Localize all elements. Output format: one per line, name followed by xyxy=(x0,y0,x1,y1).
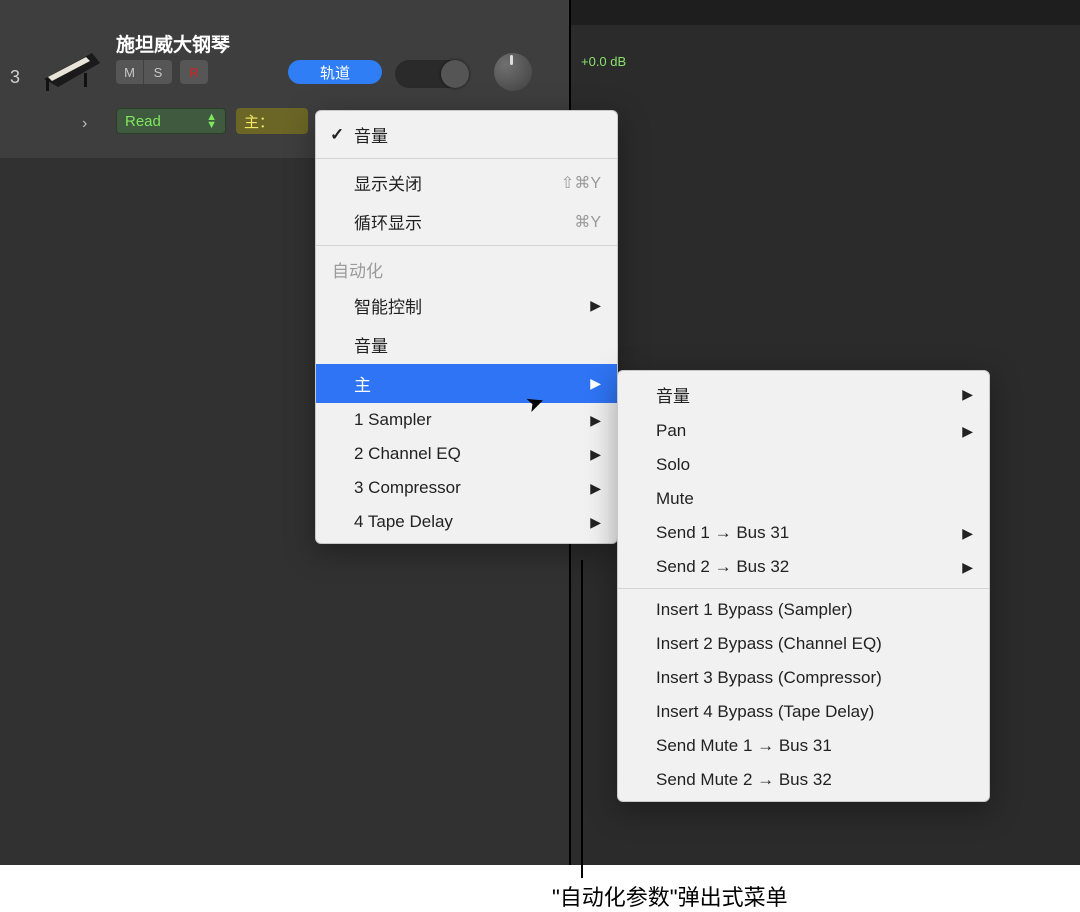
menu-item-compressor[interactable]: 3 Compressor ▶ xyxy=(316,471,617,505)
automation-toggle[interactable] xyxy=(395,60,469,88)
menu-label: 智能控制 xyxy=(354,293,422,318)
menu-item-main[interactable]: 主 ▶ xyxy=(316,364,617,403)
read-label: Read xyxy=(125,113,161,130)
callout-label: "自动化参数"弹出式菜单 xyxy=(552,880,788,912)
msr-group: M S R xyxy=(116,60,208,84)
main-label: 主： xyxy=(244,111,274,132)
menu-label: Insert 1 Bypass (Sampler) xyxy=(656,600,853,620)
submenu-item-mute[interactable]: Mute xyxy=(618,482,989,516)
updown-icon: ▲▼ xyxy=(206,113,217,129)
submenu-item-insert2-bypass[interactable]: Insert 2 Bypass (Channel EQ) xyxy=(618,627,989,661)
track-number: 3 xyxy=(10,67,20,88)
menu-label: 音量 xyxy=(354,122,388,147)
chevron-right-icon: ▶ xyxy=(590,514,601,531)
chevron-right-icon: ▶ xyxy=(590,375,601,392)
menu-section-automation: 自动化 xyxy=(316,250,617,286)
menu-label: 主 xyxy=(354,371,371,396)
menu-label: Insert 2 Bypass (Channel EQ) xyxy=(656,634,882,654)
chevron-right-icon: ▶ xyxy=(962,386,973,403)
menu-label: Solo xyxy=(656,455,690,475)
automation-param-select[interactable]: 主： xyxy=(236,108,308,134)
chevron-right-icon: ▶ xyxy=(590,480,601,497)
menu-label: Send Mute 1 → Bus 31 xyxy=(656,736,832,756)
submenu-item-sendmute1[interactable]: Send Mute 1 → Bus 31 xyxy=(618,729,989,763)
track-pill[interactable]: 轨道 xyxy=(288,60,382,84)
submenu-item-send1[interactable]: Send 1 → Bus 31 ▶ xyxy=(618,516,989,550)
menu-separator xyxy=(316,158,617,159)
menu-label: 循环显示 xyxy=(354,209,422,234)
menu-item-smart-controls[interactable]: 智能控制 ▶ xyxy=(316,286,617,325)
menu-label: Pan xyxy=(656,421,686,441)
menu-label: Send 2 → Bus 32 xyxy=(656,557,789,577)
automation-mode-select[interactable]: Read ▲▼ xyxy=(116,108,226,134)
menu-label: 音量 xyxy=(354,332,388,357)
menu-label: 1 Sampler xyxy=(354,410,431,430)
submenu-item-send2[interactable]: Send 2 → Bus 32 ▶ xyxy=(618,550,989,584)
menu-label: Mute xyxy=(656,489,694,509)
ruler-bar xyxy=(570,0,1080,25)
menu-label: 音量 xyxy=(656,382,690,407)
chevron-right-icon: ▶ xyxy=(962,423,973,440)
chevron-right-icon: ▶ xyxy=(962,559,973,576)
menu-item-tape-delay[interactable]: 4 Tape Delay ▶ xyxy=(316,505,617,539)
menu-item-channel-eq[interactable]: 2 Channel EQ ▶ xyxy=(316,437,617,471)
shortcut: ⇧⌘Y xyxy=(561,173,601,193)
mute-button[interactable]: M xyxy=(116,60,144,84)
menu-label: 3 Compressor xyxy=(354,478,461,498)
submenu-item-solo[interactable]: Solo xyxy=(618,448,989,482)
submenu-item-insert1-bypass[interactable]: Insert 1 Bypass (Sampler) xyxy=(618,593,989,627)
menu-item-sampler[interactable]: 1 Sampler ▶ xyxy=(316,403,617,437)
menu-separator xyxy=(316,245,617,246)
shortcut: ⌘Y xyxy=(574,212,601,232)
submenu-item-volume[interactable]: 音量 ▶ xyxy=(618,375,989,414)
callout-line xyxy=(581,560,583,878)
automation-parameter-submenu: 音量 ▶ Pan ▶ Solo Mute Send 1 → Bus 31 ▶ S… xyxy=(617,370,990,802)
menu-item-cycle-display[interactable]: 循环显示 ⌘Y xyxy=(316,202,617,241)
automation-parameter-menu: 音量 显示关闭 ⇧⌘Y 循环显示 ⌘Y 自动化 智能控制 ▶ 音量 主 ▶ 1 … xyxy=(315,110,618,544)
menu-label: Send 1 → Bus 31 xyxy=(656,523,789,543)
piano-icon xyxy=(42,43,102,93)
menu-label: 显示关闭 xyxy=(354,170,422,195)
menu-label: Insert 4 Bypass (Tape Delay) xyxy=(656,702,874,722)
menu-item-display-off[interactable]: 显示关闭 ⇧⌘Y xyxy=(316,163,617,202)
submenu-item-pan[interactable]: Pan ▶ xyxy=(618,414,989,448)
submenu-item-insert4-bypass[interactable]: Insert 4 Bypass (Tape Delay) xyxy=(618,695,989,729)
toggle-knob xyxy=(441,60,469,88)
menu-separator xyxy=(618,588,989,589)
chevron-right-icon: ▶ xyxy=(590,446,601,463)
menu-item-volume[interactable]: 音量 xyxy=(316,325,617,364)
menu-item-volume-checked[interactable]: 音量 xyxy=(316,115,617,154)
submenu-item-sendmute2[interactable]: Send Mute 2 → Bus 32 xyxy=(618,763,989,797)
chevron-right-icon: ▶ xyxy=(962,525,973,542)
disclosure-icon[interactable]: › xyxy=(82,115,87,133)
pan-knob[interactable] xyxy=(494,53,532,91)
chevron-right-icon: ▶ xyxy=(590,412,601,429)
db-readout: +0.0 dB xyxy=(581,54,626,69)
record-button[interactable]: R xyxy=(180,60,208,84)
menu-label: 4 Tape Delay xyxy=(354,512,453,532)
menu-label: 2 Channel EQ xyxy=(354,444,461,464)
chevron-right-icon: ▶ xyxy=(590,297,601,314)
menu-label: Send Mute 2 → Bus 32 xyxy=(656,770,832,790)
track-name: 施坦威大钢琴 xyxy=(116,30,230,57)
submenu-item-insert3-bypass[interactable]: Insert 3 Bypass (Compressor) xyxy=(618,661,989,695)
solo-button[interactable]: S xyxy=(144,60,172,84)
menu-label: Insert 3 Bypass (Compressor) xyxy=(656,668,882,688)
